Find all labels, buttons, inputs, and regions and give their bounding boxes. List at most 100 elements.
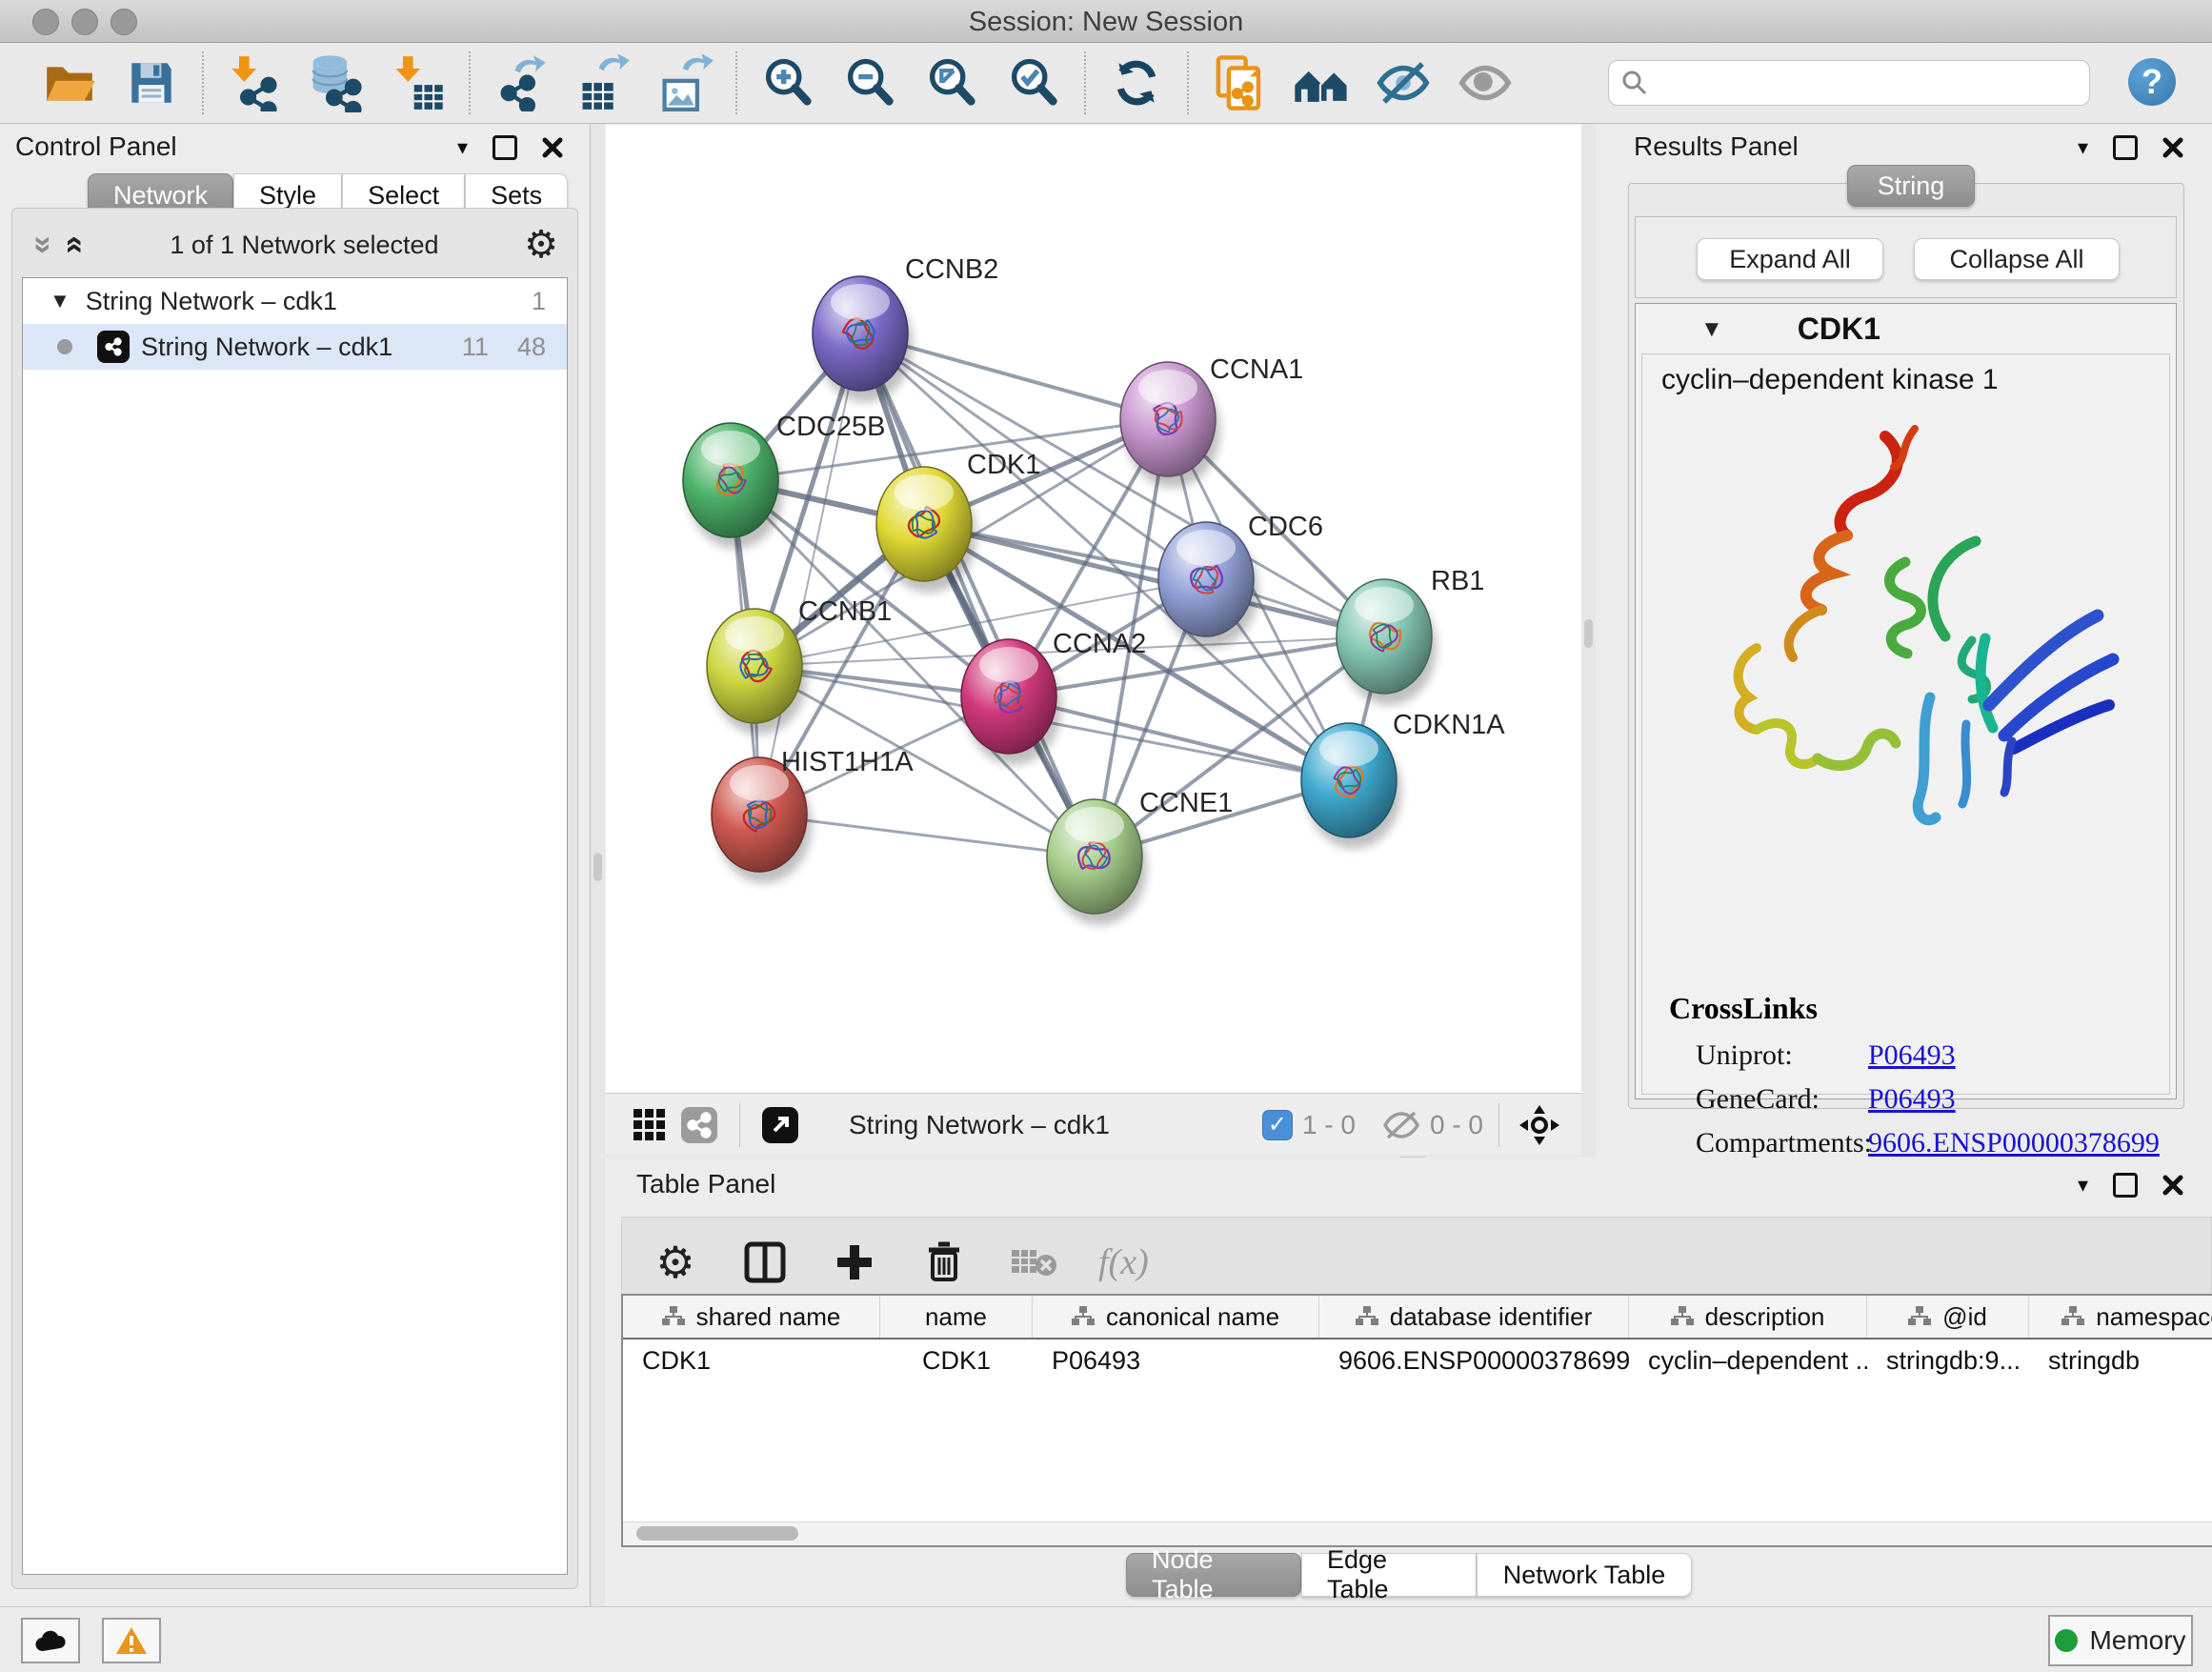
crosslink-link[interactable]: P06493 — [1868, 1083, 1956, 1116]
import-network-database-icon[interactable] — [295, 45, 377, 121]
network-node-CCNB1[interactable] — [707, 609, 807, 735]
zoom-out-icon[interactable] — [829, 45, 911, 121]
close-panel-icon[interactable] — [2162, 1175, 2183, 1196]
gear-icon[interactable]: ⚙ — [651, 1238, 700, 1287]
tree-column-icon — [1356, 1302, 1378, 1332]
tab-network-table[interactable]: Network Table — [1477, 1553, 1692, 1597]
left-splitter[interactable] — [591, 124, 605, 1606]
column-header-canonical-name[interactable]: canonical name — [1033, 1296, 1319, 1338]
first-neighbors-icon[interactable] — [1280, 45, 1362, 121]
network-node-RB1[interactable] — [1337, 579, 1437, 705]
column-header-database-identifier[interactable]: database identifier — [1319, 1296, 1629, 1338]
network-node-CDC25B[interactable] — [683, 423, 783, 549]
float-panel-icon[interactable]: ▾ — [2078, 1173, 2088, 1198]
export-table-icon[interactable] — [562, 45, 644, 121]
float-panel-icon[interactable]: ▾ — [2078, 135, 2088, 160]
tab-string[interactable]: String — [1847, 165, 1975, 207]
show-all-icon[interactable] — [1444, 45, 1526, 121]
delete-table-icon[interactable] — [1009, 1238, 1058, 1287]
column-header-description[interactable]: description — [1629, 1296, 1867, 1338]
expand-all-button[interactable]: Expand All — [1697, 238, 1883, 280]
columns-icon[interactable] — [740, 1238, 790, 1287]
column-header-shared-name[interactable]: shared name — [623, 1296, 880, 1338]
gene-results-box: ▼ CDK1 cyclin–dependent kinase 1 — [1635, 303, 2177, 1099]
grid-view-icon[interactable] — [625, 1100, 674, 1150]
selected-nodes-checkbox[interactable]: ✓ — [1262, 1110, 1293, 1140]
import-table-icon[interactable] — [377, 45, 459, 121]
column-header-name[interactable]: name — [880, 1296, 1033, 1338]
column-header-namespace[interactable]: namespace — [2029, 1296, 2212, 1338]
control-panel: Control Panel ▾ Network Style Select Set… — [0, 124, 591, 1606]
hidden-count: 0 - 0 — [1430, 1110, 1483, 1140]
hidden-eye-icon — [1382, 1110, 1420, 1140]
table-cell[interactable]: CDK1 — [623, 1340, 880, 1381]
control-panel-title: Control Panel — [15, 131, 177, 162]
help-button[interactable]: ? — [2128, 58, 2176, 106]
maximize-panel-icon[interactable] — [2113, 135, 2138, 160]
network-edge[interactable] — [860, 333, 1095, 856]
maximize-panel-icon[interactable] — [493, 135, 517, 160]
network-node-CCNA2[interactable] — [961, 639, 1061, 765]
maximize-panel-icon[interactable] — [2113, 1173, 2138, 1198]
close-panel-icon[interactable] — [542, 137, 563, 158]
horizontal-scrollbar[interactable] — [623, 1521, 2212, 1545]
memory-button[interactable]: Memory — [2048, 1615, 2193, 1666]
function-builder-icon[interactable]: f(x) — [1098, 1241, 1149, 1283]
tab-edge-table[interactable]: Edge Table — [1301, 1553, 1477, 1597]
search-input[interactable] — [1649, 68, 2089, 99]
float-panel-icon[interactable]: ▾ — [457, 135, 468, 160]
network-options-gear-icon[interactable]: ⚙ — [524, 226, 558, 264]
hide-selected-icon[interactable] — [1362, 45, 1444, 121]
collapse-all-button[interactable]: Collapse All — [1914, 238, 2120, 280]
network-node-CCNA1[interactable] — [1120, 362, 1220, 488]
open-file-icon[interactable] — [29, 45, 111, 121]
right-splitter-handle[interactable] — [1584, 619, 1593, 648]
zoom-selected-icon[interactable] — [993, 45, 1075, 121]
table-cell[interactable]: cyclin–dependent ... — [1629, 1340, 1867, 1381]
table-cell[interactable]: 9606.ENSP00000378699 — [1319, 1340, 1629, 1381]
network-node-CDK1[interactable] — [876, 467, 976, 593]
scrollbar-thumb[interactable] — [636, 1526, 798, 1541]
node-label-CDK1: CDK1 — [967, 450, 1040, 480]
delete-icon[interactable] — [919, 1238, 969, 1287]
cloud-status-button[interactable] — [21, 1618, 80, 1663]
network-node-CDKN1A[interactable] — [1301, 723, 1401, 849]
tab-node-table[interactable]: Node Table — [1126, 1553, 1301, 1597]
network-share-view-icon[interactable] — [674, 1100, 724, 1150]
zoom-in-icon[interactable] — [747, 45, 829, 121]
import-network-file-icon[interactable] — [213, 45, 295, 121]
left-splitter-handle[interactable] — [593, 853, 602, 881]
network-edge[interactable] — [759, 333, 860, 815]
table-row[interactable]: CDK1CDK1P064939606.ENSP00000378699cyclin… — [623, 1340, 2212, 1381]
save-session-icon[interactable] — [111, 45, 192, 121]
crosslink-link[interactable]: 9606.ENSP00000378699 — [1868, 1127, 2160, 1159]
table-cell[interactable]: CDK1 — [880, 1340, 1033, 1381]
export-network-icon[interactable] — [480, 45, 562, 121]
network-view-canvas[interactable]: CCNB2CCNA1CDC25BCDK1CDC6RB1CCNB1CCNA2CDK… — [606, 125, 1581, 1093]
add-column-icon[interactable] — [830, 1238, 879, 1287]
network-node-count: 11 — [462, 332, 489, 362]
network-collection-row[interactable]: ▼ String Network – cdk1 1 — [23, 278, 567, 324]
birds-eye-view-icon[interactable] — [1515, 1100, 1564, 1150]
close-panel-icon[interactable] — [2162, 137, 2183, 158]
table-cell[interactable]: stringdb — [2029, 1340, 2212, 1381]
table-cell[interactable]: P06493 — [1033, 1340, 1319, 1381]
collapse-all-networks-icon[interactable]: « — [27, 236, 53, 254]
gene-expander-icon[interactable]: ▼ — [1700, 316, 1723, 343]
right-splitter[interactable] — [1581, 124, 1596, 1158]
zoom-fit-icon[interactable] — [911, 45, 993, 121]
new-network-from-selection-icon[interactable] — [1198, 45, 1280, 121]
network-row[interactable]: String Network – cdk1 11 48 — [23, 324, 567, 370]
network-node-CDC6[interactable] — [1158, 522, 1258, 648]
table-cell[interactable]: stringdb:9... — [1867, 1340, 2029, 1381]
export-image-icon[interactable] — [644, 45, 726, 121]
crosslink-link[interactable]: P06493 — [1868, 1039, 1956, 1072]
network-node-CCNB2[interactable] — [813, 276, 913, 402]
expand-all-networks-icon[interactable]: « — [62, 236, 89, 254]
network-node-CCNE1[interactable] — [1047, 799, 1147, 925]
collection-expander-icon[interactable]: ▼ — [50, 289, 70, 313]
column-header--id[interactable]: @id — [1867, 1296, 2029, 1338]
refresh-icon[interactable] — [1096, 45, 1177, 121]
detach-view-icon[interactable] — [755, 1100, 805, 1150]
warnings-button[interactable] — [102, 1618, 161, 1663]
